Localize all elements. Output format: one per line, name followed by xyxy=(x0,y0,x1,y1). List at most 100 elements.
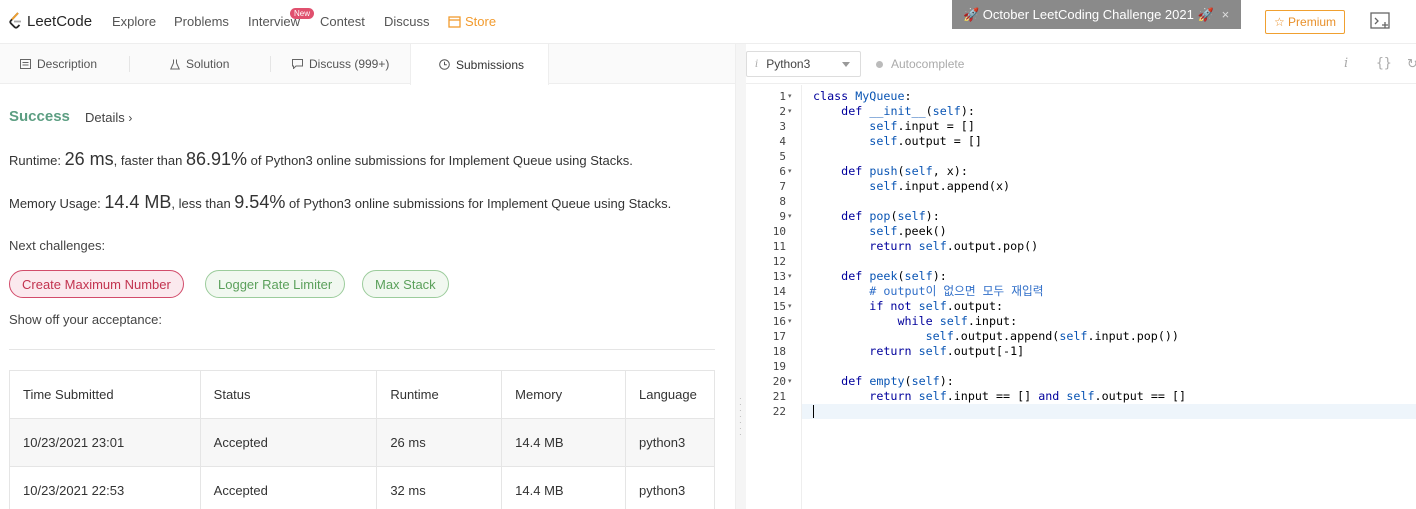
editor-panel: i Python3 Autocomplete i {} ↻ 1 ▾ 2 ▾ 3 4 5 6 ▾ 7… xyxy=(746,44,1416,509)
line-number: 10 xyxy=(772,225,786,238)
submissions-table: Time Submitted Status Runtime Memory Lan… xyxy=(9,370,716,509)
resizer-handle-icon[interactable]: · · · · · · · xyxy=(739,395,743,439)
line-number: 14 xyxy=(772,285,786,298)
line-number: 12 xyxy=(772,255,786,268)
autocomplete-toggle[interactable]: Autocomplete xyxy=(876,57,964,71)
fold-toggle-icon[interactable]: ▾ xyxy=(788,299,792,314)
tab-description[interactable]: Description xyxy=(20,44,97,84)
fold-toggle-icon[interactable]: ▾ xyxy=(788,269,792,284)
col-memory[interactable]: Memory xyxy=(501,370,626,419)
banner-close-icon[interactable]: × xyxy=(1222,7,1230,22)
challenge-max-stack[interactable]: Max Stack xyxy=(362,270,449,298)
line-number: 11 xyxy=(772,240,786,253)
table-row: 10/23/2021 22:53 Accepted 32 ms 14.4 MB … xyxy=(9,466,716,509)
nav-problems[interactable]: Problems xyxy=(174,14,229,29)
code-line: return self.input == [] and self.output … xyxy=(869,389,1187,403)
line-number: 22 xyxy=(772,405,786,418)
line-number: 4 xyxy=(779,135,786,148)
result-status: Success xyxy=(9,108,70,125)
line-number: 7 xyxy=(779,180,786,193)
editor-toolbar: i Python3 Autocomplete i {} ↻ xyxy=(746,44,1416,84)
code-line: return self.output[-1] xyxy=(869,344,1025,358)
runtime-prefix: Runtime: xyxy=(9,153,65,168)
line-number: 21 xyxy=(772,390,786,403)
discuss-icon xyxy=(292,59,303,69)
challenge-create-maximum-number[interactable]: Create Maximum Number xyxy=(9,270,184,298)
nav-discuss[interactable]: Discuss xyxy=(384,14,430,29)
runtime-line: Runtime: 26 ms, faster than 86.91% of Py… xyxy=(9,149,633,170)
reset-icon[interactable]: ↻ xyxy=(1407,56,1416,72)
line-number: 9 xyxy=(779,210,786,223)
code-line: def __init__(self): xyxy=(841,104,975,118)
info-icon[interactable]: i xyxy=(1344,56,1348,71)
details-link[interactable]: Details › xyxy=(85,110,132,125)
col-runtime[interactable]: Runtime xyxy=(376,370,503,419)
tab-solution-label: Solution xyxy=(186,57,230,71)
tab-description-label: Description xyxy=(37,57,98,71)
toggle-dot-icon xyxy=(876,61,883,69)
text-cursor xyxy=(813,405,814,418)
col-time-submitted[interactable]: Time Submitted xyxy=(9,370,201,419)
tab-submissions[interactable]: Submissions xyxy=(410,44,549,85)
tab-separator xyxy=(270,56,271,72)
runtime-mid: , faster than xyxy=(113,153,186,168)
tab-discuss[interactable]: Discuss (999+) xyxy=(292,44,389,84)
nav-contest[interactable]: Contest xyxy=(320,14,365,29)
fold-toggle-icon[interactable]: ▾ xyxy=(788,209,792,224)
code-line: self.output.append(self.input.pop()) xyxy=(925,329,1179,343)
line-number: 3 xyxy=(779,120,786,133)
banner-text: 🚀 October LeetCoding Challenge 2021 🚀 xyxy=(963,6,1214,22)
challenge-logger-rate-limiter[interactable]: Logger Rate Limiter xyxy=(205,270,346,298)
line-number: 15 xyxy=(772,300,786,313)
line-number: 13 xyxy=(772,270,786,283)
details-label: Details xyxy=(85,110,125,125)
leetcode-logo[interactable]: LeetCode xyxy=(9,12,92,30)
braces-icon[interactable]: {} xyxy=(1376,56,1392,71)
nav-store-label: Store xyxy=(465,14,497,29)
info-small-icon: i xyxy=(755,58,759,70)
tab-solution[interactable]: Solution xyxy=(170,44,229,84)
fold-toggle-icon[interactable]: ▾ xyxy=(788,104,792,119)
cell-status-link[interactable]: Accepted xyxy=(199,466,378,509)
panel-resizer[interactable] xyxy=(735,44,746,509)
nav-store[interactable]: Store xyxy=(448,14,496,29)
language-label: Python3 xyxy=(766,57,811,71)
fold-toggle-icon[interactable]: ▾ xyxy=(788,314,792,329)
code-line: while self.input: xyxy=(897,314,1018,328)
tab-discuss-label: Discuss (999+) xyxy=(309,57,390,71)
language-select[interactable]: i Python3 xyxy=(746,51,861,77)
app-root: { "nav": { "logo_text": "LeetCode", "ite… xyxy=(0,0,1416,509)
clock-icon xyxy=(439,59,450,70)
cell-runtime: 26 ms xyxy=(376,418,503,467)
console-icon[interactable] xyxy=(1370,12,1392,33)
col-status[interactable]: Status xyxy=(199,370,378,419)
line-number: 18 xyxy=(772,345,786,358)
fold-toggle-icon[interactable]: ▾ xyxy=(788,89,792,104)
premium-button[interactable]: ☆ Premium xyxy=(1265,10,1345,34)
leetcode-logo-icon xyxy=(9,12,21,29)
tab-submissions-label: Submissions xyxy=(456,57,525,72)
memory-prefix: Memory Usage: xyxy=(9,196,105,211)
fold-toggle-icon[interactable]: ▾ xyxy=(788,164,792,179)
nav-explore[interactable]: Explore xyxy=(112,14,156,29)
line-number: 1 xyxy=(779,90,786,103)
cell-time: 10/23/2021 23:01 xyxy=(9,418,201,467)
fold-toggle-icon[interactable]: ▾ xyxy=(788,374,792,389)
cell-time: 10/23/2021 22:53 xyxy=(9,466,201,509)
cell-language: python3 xyxy=(624,466,716,509)
new-badge: New xyxy=(290,8,315,19)
challenge-banner[interactable]: 🚀 October LeetCoding Challenge 2021 🚀 × xyxy=(952,0,1241,29)
logo-text: LeetCode xyxy=(27,12,93,30)
runtime-suffix: of Python3 online submissions for Implem… xyxy=(247,153,633,168)
tab-separator xyxy=(129,56,130,72)
next-challenges-label: Next challenges: xyxy=(9,238,106,253)
cell-status-link[interactable]: Accepted xyxy=(199,418,378,467)
line-number: 6 xyxy=(779,165,786,178)
flask-icon xyxy=(170,59,180,69)
top-navbar: LeetCode Explore Problems Interview New … xyxy=(0,0,1416,44)
cell-memory: 14.4 MB xyxy=(501,466,626,509)
line-number: 5 xyxy=(779,150,786,163)
col-language[interactable]: Language xyxy=(624,370,716,419)
description-icon xyxy=(20,59,31,69)
code-area[interactable]: class MyQueue: def __init__(self): self.… xyxy=(802,85,1416,509)
